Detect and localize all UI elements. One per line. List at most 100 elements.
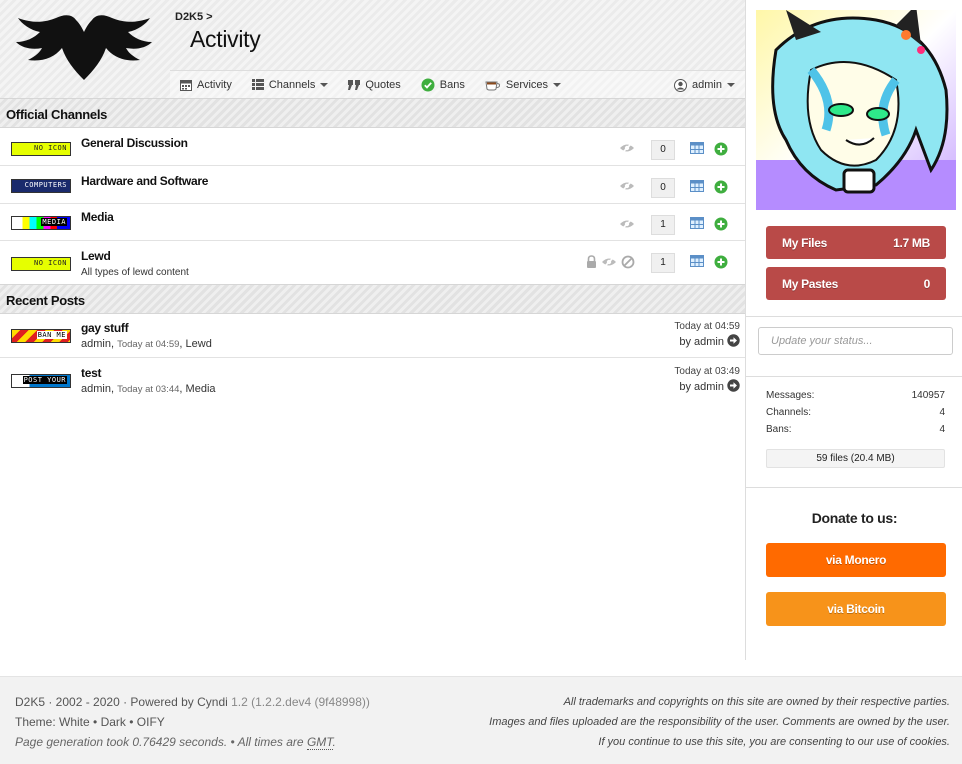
stat-messages-value: 140957 <box>911 390 945 401</box>
channel-row[interactable]: COMPUTERS Hardware and Software 0 <box>0 166 745 204</box>
breadcrumb[interactable]: D2K5 > <box>175 11 213 23</box>
plus-circle-icon[interactable] <box>714 142 728 156</box>
channel-icon: MEDIA <box>11 216 71 230</box>
nav-channels[interactable]: Channels <box>251 71 329 99</box>
my-pastes-label: My Pastes <box>782 276 838 291</box>
my-pastes-button[interactable]: My Pastes 0 <box>766 267 946 300</box>
user-circle-icon <box>674 78 688 92</box>
post-last-by: by admin <box>679 379 740 395</box>
table-icon[interactable] <box>690 255 704 267</box>
divider <box>746 487 962 488</box>
eye-slash-icon[interactable] <box>601 256 617 268</box>
my-files-button[interactable]: My Files 1.7 MB <box>766 226 946 259</box>
post-row[interactable]: POST YOUR test admin, Today at 03:44, Me… <box>0 358 745 402</box>
divider <box>746 376 962 377</box>
post-author[interactable]: admin <box>81 338 111 350</box>
post-row[interactable]: BAN ME gay stuff admin, Today at 04:59, … <box>0 314 745 358</box>
post-time: Today at 04:59 <box>117 339 180 350</box>
nav-quotes-label: Quotes <box>365 78 401 91</box>
arrow-circle-right-icon[interactable] <box>727 334 740 350</box>
nav-bans-label: Bans <box>439 78 465 91</box>
nav-activity[interactable]: Activity <box>180 71 232 99</box>
plus-circle-icon[interactable] <box>714 180 728 194</box>
table-icon[interactable] <box>690 180 704 192</box>
nav-user-label: admin <box>692 79 722 91</box>
post-channel[interactable]: Media <box>186 383 216 395</box>
nav-user-menu[interactable]: admin <box>674 71 735 99</box>
post-icon: BAN ME <box>11 329 71 343</box>
post-title[interactable]: test <box>81 366 101 380</box>
chevron-down-icon <box>320 82 329 87</box>
nav-services-label: Services <box>505 78 549 91</box>
channel-count: 1 <box>651 215 675 235</box>
status-input[interactable] <box>758 327 953 355</box>
donate-monero-button[interactable]: via Monero <box>766 543 946 577</box>
logo-wings-icon[interactable] <box>14 10 154 88</box>
channel-count: 0 <box>651 178 675 198</box>
post-last-by: by admin <box>679 334 740 350</box>
theme-white[interactable]: White <box>59 715 90 729</box>
check-circle-icon <box>421 78 435 92</box>
timezone: GMT <box>306 735 333 750</box>
list-icon <box>251 79 264 90</box>
theme-switcher: Theme: White • Dark • OIFY <box>15 715 165 729</box>
official-channels-heading: Official Channels <box>0 98 745 128</box>
stat-messages-label: Messages: <box>766 390 815 401</box>
theme-dark[interactable]: Dark <box>101 715 126 729</box>
plus-circle-icon[interactable] <box>714 217 728 231</box>
post-title[interactable]: gay stuff <box>81 321 129 335</box>
channel-icon: COMPUTERS <box>11 179 71 193</box>
arrow-circle-right-icon[interactable] <box>727 379 740 395</box>
table-icon[interactable] <box>690 142 704 154</box>
channel-count: 1 <box>651 253 675 273</box>
nav-services[interactable]: Services <box>485 71 562 99</box>
donate-bitcoin-button[interactable]: via Bitcoin <box>766 592 946 626</box>
files-summary: 59 files (20.4 MB) <box>766 449 945 468</box>
eye-slash-icon[interactable] <box>619 142 635 154</box>
footer-credits: D2K5 · 2002 - 2020 · Powered by Cyndi 1.… <box>15 695 370 709</box>
channel-row[interactable]: NO ICON Lewd All types of lewd content 1 <box>0 241 745 285</box>
eye-slash-icon[interactable] <box>619 180 635 192</box>
channel-name[interactable]: Media <box>81 210 114 224</box>
main-nav: Activity Channels Quotes Bans Services a… <box>170 70 745 98</box>
post-last-user[interactable]: admin <box>694 381 724 393</box>
stat-channels-value: 4 <box>939 407 945 418</box>
plus-circle-icon[interactable] <box>714 255 728 269</box>
theme-oify[interactable]: OIFY <box>137 715 165 729</box>
sidebar: My Files 1.7 MB My Pastes 0 Messages: 14… <box>745 0 962 660</box>
channel-row[interactable]: MEDIA Media 1 <box>0 204 745 241</box>
my-pastes-value: 0 <box>923 276 931 291</box>
post-meta: admin, Today at 03:44, Media <box>81 383 216 395</box>
coffee-icon <box>485 79 501 91</box>
page-generation: Page generation took 0.76429 seconds. • … <box>15 735 336 750</box>
channel-row[interactable]: NO ICON General Discussion 0 <box>0 128 745 166</box>
recent-posts-heading: Recent Posts <box>0 284 745 314</box>
post-icon: POST YOUR <box>11 374 71 388</box>
post-author[interactable]: admin <box>81 383 111 395</box>
chevron-down-icon <box>727 83 735 87</box>
quote-icon <box>348 79 361 90</box>
chevron-down-icon <box>553 82 562 87</box>
ban-icon[interactable] <box>621 255 635 269</box>
user-avatar[interactable] <box>756 10 956 210</box>
post-last-user[interactable]: admin <box>694 336 724 348</box>
version-link[interactable]: 1.2 (1.2.2.dev4 (9f48998)) <box>231 695 370 709</box>
header: D2K5 > Activity Activity Channels Quotes… <box>0 0 745 98</box>
channel-name[interactable]: General Discussion <box>81 136 188 150</box>
post-last-time: Today at 03:49 <box>674 366 740 377</box>
channel-name[interactable]: Hardware and Software <box>81 174 208 188</box>
footer: D2K5 · 2002 - 2020 · Powered by Cyndi 1.… <box>0 676 962 764</box>
calendar-icon <box>180 79 192 91</box>
post-time: Today at 03:44 <box>117 384 180 395</box>
table-icon[interactable] <box>690 217 704 229</box>
footer-responsibility: Images and files uploaded are the respon… <box>489 716 950 728</box>
my-files-value: 1.7 MB <box>893 235 930 250</box>
divider <box>746 316 962 317</box>
my-files-label: My Files <box>782 235 827 250</box>
nav-quotes[interactable]: Quotes <box>348 71 401 99</box>
channel-icon: NO ICON <box>11 142 71 156</box>
channel-name[interactable]: Lewd <box>81 249 111 263</box>
nav-bans[interactable]: Bans <box>421 71 465 99</box>
eye-slash-icon[interactable] <box>619 218 635 230</box>
post-channel[interactable]: Lewd <box>186 338 212 350</box>
